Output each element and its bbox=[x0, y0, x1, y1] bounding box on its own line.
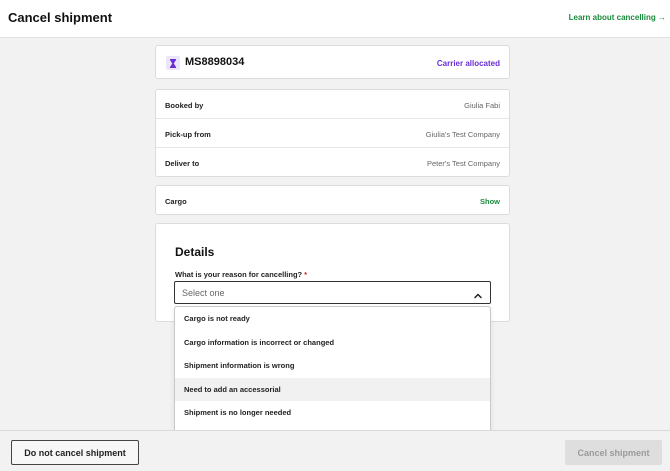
info-label: Pick-up from bbox=[165, 130, 211, 139]
info-value: Peter's Test Company bbox=[427, 159, 500, 168]
hourglass-icon bbox=[166, 56, 180, 70]
cargo-show-button[interactable]: Show bbox=[480, 197, 500, 206]
reason-dropdown-list: Cargo is not ready Cargo information is … bbox=[174, 306, 491, 430]
footer-bar: Do not cancel shipment Cancel shipment bbox=[0, 430, 670, 471]
info-value: Giulia's Test Company bbox=[425, 130, 500, 139]
info-label: Deliver to bbox=[165, 159, 200, 168]
cancel-shipment-button[interactable]: Cancel shipment bbox=[565, 440, 662, 465]
do-not-cancel-button[interactable]: Do not cancel shipment bbox=[11, 440, 139, 465]
shipment-id: MS8898034 bbox=[185, 56, 245, 68]
shipment-info-card: Booked by Giulia Fabi Pick-up from Giuli… bbox=[155, 89, 510, 177]
option-cargo-not-ready[interactable]: Cargo is not ready bbox=[175, 307, 490, 331]
info-value: Giulia Fabi bbox=[464, 101, 500, 110]
status-badge: Carrier allocated bbox=[436, 59, 500, 68]
page-header: Cancel shipment Learn about cancelling → bbox=[0, 0, 670, 38]
required-mark: * bbox=[304, 270, 308, 279]
cargo-label: Cargo bbox=[165, 197, 187, 206]
info-row-deliver-to: Deliver to Peter's Test Company bbox=[156, 148, 509, 177]
option-add-accessorial[interactable]: Need to add an accessorial bbox=[175, 377, 490, 401]
cargo-card: Cargo Show bbox=[155, 185, 510, 215]
option-no-longer-needed[interactable]: Shipment is no longer needed bbox=[175, 401, 490, 425]
reason-label-text: What is your reason for cancelling? bbox=[175, 270, 303, 279]
info-row-booked-by: Booked by Giulia Fabi bbox=[156, 90, 509, 119]
option-cargo-info-incorrect[interactable]: Cargo information is incorrect or change… bbox=[175, 331, 490, 355]
info-label: Booked by bbox=[165, 101, 204, 110]
option-shipment-info-wrong[interactable]: Shipment information is wrong bbox=[175, 354, 490, 378]
select-placeholder: Select one bbox=[182, 288, 225, 298]
shipment-id-card: MS8898034 Carrier allocated bbox=[155, 45, 510, 79]
info-row-pickup-from: Pick-up from Giulia's Test Company bbox=[156, 119, 509, 148]
learn-about-cancelling-link[interactable]: Learn about cancelling → bbox=[569, 13, 666, 22]
reason-select[interactable]: Select one bbox=[174, 281, 491, 304]
details-title: Details bbox=[175, 245, 215, 259]
chevron-up-icon bbox=[473, 288, 483, 299]
reason-label: What is your reason for cancelling? * bbox=[175, 270, 307, 279]
page-title: Cancel shipment bbox=[8, 10, 113, 25]
